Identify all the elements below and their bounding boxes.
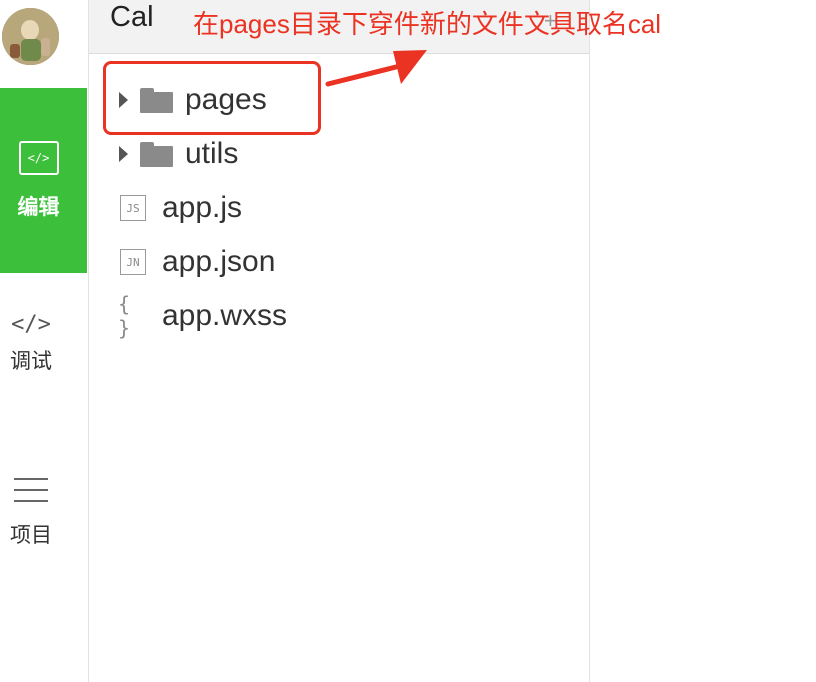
annotation-text: 在pages目录下穿件新的文件文具取名cal xyxy=(193,9,662,39)
code-brackets-icon: </> xyxy=(11,312,51,337)
file-explorer: Cal + pages utils JS app.js JN app.json … xyxy=(88,0,590,682)
sidebar-item-edit[interactable]: </> 编辑 xyxy=(0,88,87,273)
tree-item-label: app.wxss xyxy=(162,299,288,332)
js-file-icon: JS xyxy=(120,195,146,221)
tree-folder-pages[interactable]: pages xyxy=(119,80,267,120)
tree-item-label: app.json xyxy=(162,245,276,278)
avatar-image xyxy=(2,8,59,65)
json-file-icon: JN xyxy=(120,249,146,275)
project-title: Cal xyxy=(110,1,154,33)
code-box-icon: </> xyxy=(18,140,59,175)
sidebar-item-label: 项目 xyxy=(10,524,52,547)
tree-item-label: app.js xyxy=(162,191,243,224)
chevron-right-icon[interactable] xyxy=(119,146,128,162)
tree-item-label: utils xyxy=(185,137,239,170)
tree-folder-utils[interactable]: utils xyxy=(119,134,238,174)
sidebar-item-label: 编辑 xyxy=(17,195,60,219)
sidebar-item-debug[interactable]: </> 调试 xyxy=(0,312,88,375)
sidebar-item-project[interactable]: 项目 xyxy=(0,478,88,549)
avatar[interactable] xyxy=(2,8,59,65)
chevron-right-icon[interactable] xyxy=(119,92,128,108)
folder-icon xyxy=(140,141,173,167)
tree-file-app-json[interactable]: JN app.json xyxy=(120,242,275,282)
activity-bar: </> 编辑 </> 调试 项目 xyxy=(0,0,88,682)
tree-item-label: pages xyxy=(185,83,267,116)
tree-file-app-js[interactable]: JS app.js xyxy=(120,188,242,228)
braces-file-icon: { } xyxy=(118,292,133,340)
tree-file-app-wxss[interactable]: { } app.wxss xyxy=(118,292,288,340)
menu-lines-icon xyxy=(14,478,48,511)
folder-icon xyxy=(140,87,173,113)
sidebar-item-label: 调试 xyxy=(10,350,52,373)
